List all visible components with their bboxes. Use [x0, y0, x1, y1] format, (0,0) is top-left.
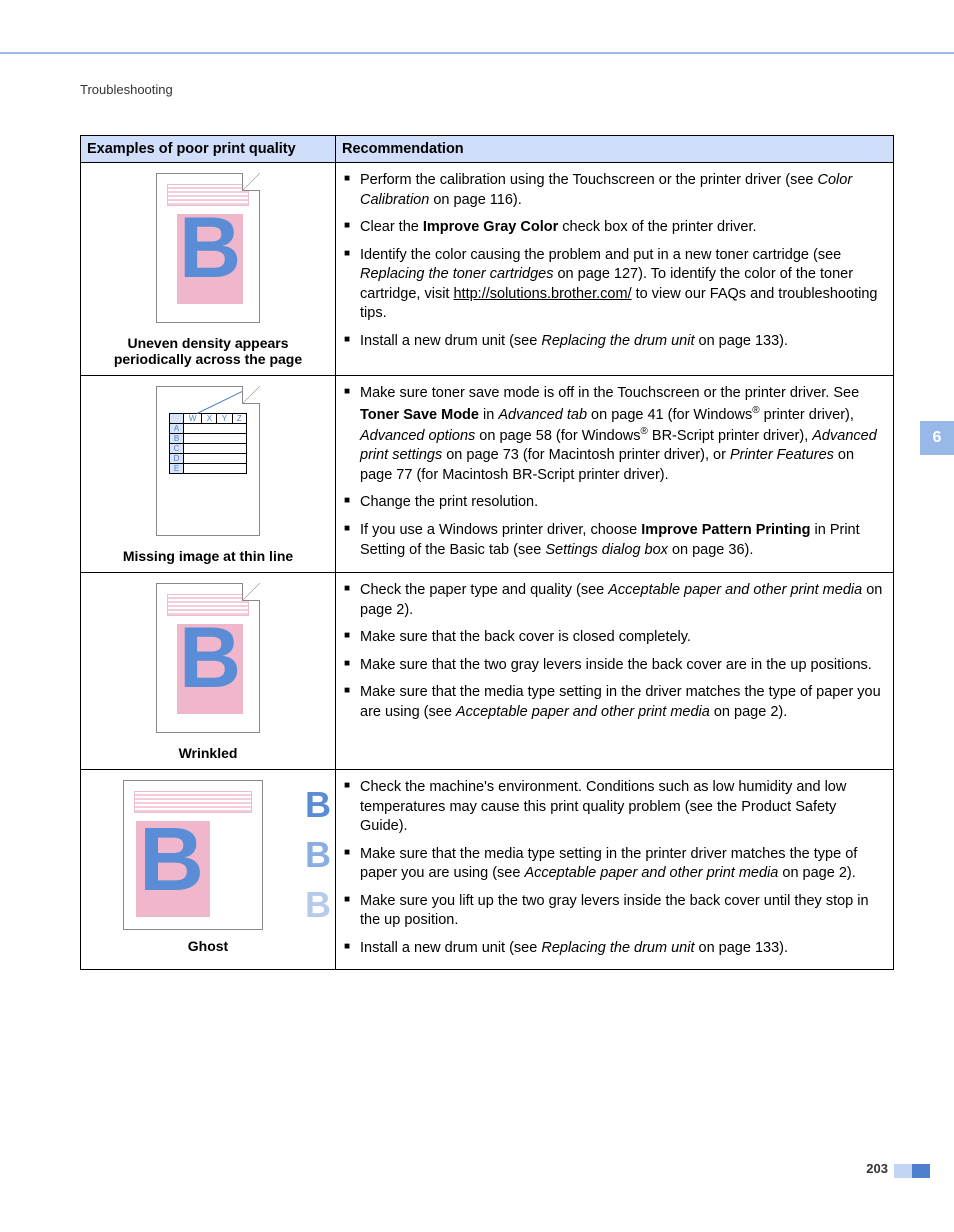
recommendation-item: Change the print resolution. — [344, 489, 885, 517]
recommendation-item: Install a new drum unit (see Replacing t… — [344, 935, 885, 963]
example-cell: BBBBGhost — [81, 770, 336, 970]
recommendation-item: Make sure that the media type setting in… — [344, 679, 885, 726]
table-row: B Uneven density appearsperiodically acro… — [81, 163, 894, 376]
recommendation-cell: Perform the calibration using the Touchs… — [336, 163, 894, 376]
recommendation-item: Make sure toner save mode is off in the … — [344, 380, 885, 489]
example-cell: B Uneven density appearsperiodically acro… — [81, 163, 336, 376]
page-number: 203 — [866, 1161, 888, 1176]
recommendation-item: Install a new drum unit (see Replacing t… — [344, 328, 885, 356]
main-content: Examples of poor print quality Recommend… — [0, 97, 954, 970]
troubleshooting-table: Examples of poor print quality Recommend… — [80, 135, 894, 970]
recommendation-item: Make sure that the back cover is closed … — [344, 624, 885, 652]
table-header-examples: Examples of poor print quality — [81, 136, 336, 163]
recommendation-item: Check the machine's environment. Conditi… — [344, 774, 885, 841]
recommendation-cell: Check the paper type and quality (see Ac… — [336, 573, 894, 770]
print-sample-icon: WXYZABCDE — [156, 386, 260, 536]
example-caption: Uneven density appearsperiodically acros… — [85, 335, 331, 367]
top-border-bar — [0, 0, 954, 54]
recommendation-item: Make sure that the two gray levers insid… — [344, 652, 885, 680]
recommendation-item: Check the paper type and quality (see Ac… — [344, 577, 885, 624]
print-sample-icon: B — [156, 583, 260, 733]
chapter-side-tab: 6 — [920, 421, 954, 455]
recommendation-item: If you use a Windows printer driver, cho… — [344, 517, 885, 564]
recommendation-item: Make sure that the media type setting in… — [344, 841, 885, 888]
table-row: BBBBGhostCheck the machine's environment… — [81, 770, 894, 970]
recommendation-item: Perform the calibration using the Touchs… — [344, 167, 885, 214]
example-cell: B Wrinkled — [81, 573, 336, 770]
recommendation-cell: Check the machine's environment. Conditi… — [336, 770, 894, 970]
recommendation-item: Identify the color causing the problem a… — [344, 242, 885, 328]
table-row: B Wrinkled Check the paper type and qualit… — [81, 573, 894, 770]
example-caption: Ghost — [85, 938, 331, 954]
recommendation-cell: Make sure toner save mode is off in the … — [336, 376, 894, 573]
example-caption: Wrinkled — [85, 745, 331, 761]
example-cell: WXYZABCDE Missing image at thin line — [81, 376, 336, 573]
recommendation-item: Make sure you lift up the two gray lever… — [344, 888, 885, 935]
section-header: Troubleshooting — [80, 82, 954, 97]
print-sample-icon: B — [156, 173, 260, 323]
page-number-bar-icon — [894, 1164, 930, 1178]
example-caption: Missing image at thin line — [85, 548, 331, 564]
recommendation-item: Clear the Improve Gray Color check box o… — [344, 214, 885, 242]
print-sample-icon: B — [123, 780, 263, 930]
table-header-recommendation: Recommendation — [336, 136, 894, 163]
table-row: WXYZABCDE Missing image at thin line Make … — [81, 376, 894, 573]
